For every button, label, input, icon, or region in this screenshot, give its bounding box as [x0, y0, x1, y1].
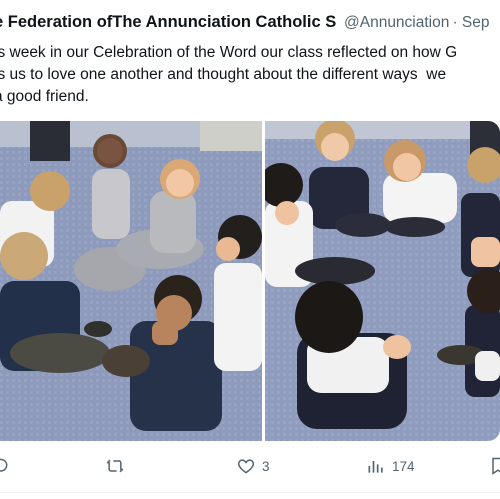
tweet-action-bar: 3 174 — [0, 444, 500, 488]
views-icon — [368, 461, 383, 473]
author-name[interactable]: e Federation ofThe Annunciation Catholic… — [0, 13, 336, 32]
views-button[interactable]: 174 — [366, 454, 415, 478]
tweet-text-line-2: ls us to love one another and thought ab… — [0, 66, 447, 83]
tweet-divider — [0, 492, 500, 493]
tweet-text-line-1: is week in our Celebration of the Word o… — [0, 44, 458, 61]
retweet-button[interactable] — [105, 454, 131, 478]
tweet-media-grid — [0, 121, 500, 441]
tweet-text-line-3: a good friend. — [0, 88, 89, 105]
reply-button[interactable] — [0, 454, 10, 478]
retweet-icon — [106, 459, 124, 473]
like-button[interactable]: 3 — [236, 454, 270, 478]
tweet-text: is week in our Celebration of the Word o… — [0, 42, 500, 108]
photo-1-image — [0, 121, 262, 441]
photo-2-image — [265, 121, 500, 441]
tweet-header: e Federation ofThe Annunciation Catholic… — [0, 0, 500, 38]
like-icon — [237, 459, 255, 474]
reply-icon — [0, 458, 8, 472]
like-count: 3 — [262, 458, 270, 474]
tweet-photo-1[interactable] — [0, 121, 262, 441]
bookmark-icon — [492, 457, 500, 475]
author-handle-and-date[interactable]: @Annunciation · Sep — [344, 14, 490, 32]
views-count: 174 — [392, 458, 415, 474]
bookmark-button[interactable] — [488, 454, 500, 478]
tweet-photo-2[interactable] — [265, 121, 500, 441]
